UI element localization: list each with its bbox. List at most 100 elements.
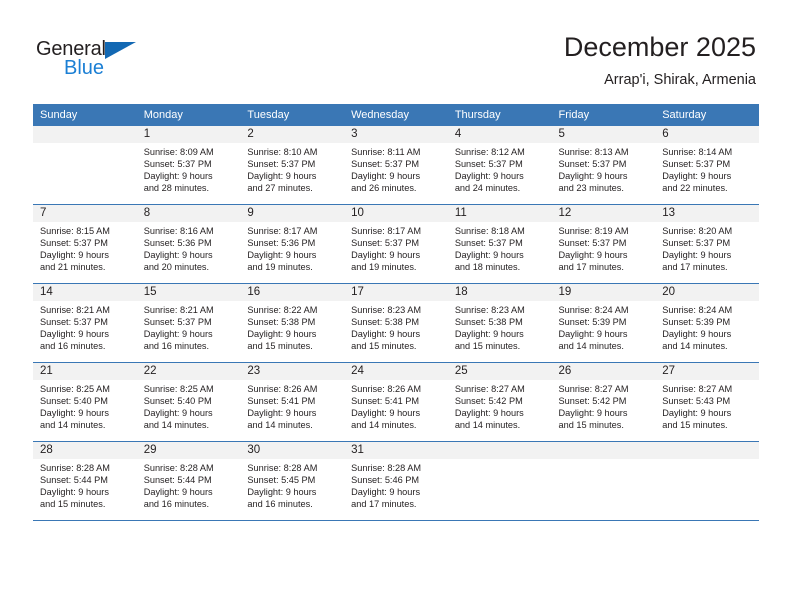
calendar-header-row: Sunday Monday Tuesday Wednesday Thursday…: [33, 104, 759, 126]
day-info-daylight-line2: and 15 minutes.: [40, 498, 106, 509]
day-number: 22: [136, 363, 241, 380]
day-info-daylight-line1: Daylight: 9 hours: [454, 249, 524, 260]
calendar-day-cell[interactable]: 9 Sunrise: 8:17 AM Sunset: 5:36 PM Daylight…: [240, 204, 345, 284]
day-info-sunset: Sunset: 5:44 PM: [143, 474, 212, 485]
day-info-daylight-line1: Daylight: 9 hours: [454, 170, 524, 181]
calendar-day-cell[interactable]: 10 Sunrise: 8:17 AM Sunset: 5:37 PM Dayligh…: [344, 204, 448, 284]
day-info-daylight-line1: Daylight: 9 hours: [351, 249, 421, 260]
day-sun-info: Sunrise: 8:25 AM Sunset: 5:40 PM Daylight:…: [33, 380, 137, 432]
calendar-week-row: 28 Sunrise: 8:28 AM Sunset: 5:44 PM Dayligh…: [33, 441, 759, 521]
day-info-daylight-line2: and 14 minutes.: [662, 340, 728, 351]
day-cell-content: 7 Sunrise: 8:15 AM Sunset: 5:37 PM Daylight…: [33, 205, 137, 283]
day-number: 2: [240, 126, 345, 143]
calendar-day-cell[interactable]: 18 Sunrise: 8:23 AM Sunset: 5:38 PM Dayligh…: [447, 283, 552, 363]
day-info-daylight-line1: Daylight: 9 hours: [40, 486, 109, 497]
day-sun-info: Sunrise: 8:17 AM Sunset: 5:37 PM Daylight:…: [344, 222, 448, 274]
day-cell-content: 15 Sunrise: 8:21 AM Sunset: 5:37 PM Dayligh…: [136, 284, 241, 362]
day-cell-content: 6 Sunrise: 8:14 AM Sunset: 5:37 PM Daylight…: [655, 126, 759, 204]
calendar-day-cell[interactable]: 8 Sunrise: 8:16 AM Sunset: 5:36 PM Daylight…: [136, 204, 241, 284]
day-info-sunrise: Sunrise: 8:19 AM: [558, 226, 629, 236]
day-info-daylight-line2: and 17 minutes.: [351, 498, 417, 509]
calendar-day-cell[interactable]: 27 Sunrise: 8:27 AM Sunset: 5:43 PM Dayligh…: [655, 362, 759, 442]
day-info-daylight-line1: Daylight: 9 hours: [351, 407, 421, 418]
calendar-day-cell[interactable]: 16 Sunrise: 8:22 AM Sunset: 5:38 PM Dayligh…: [240, 283, 345, 363]
calendar-day-cell[interactable]: 20 Sunrise: 8:24 AM Sunset: 5:39 PM Dayligh…: [655, 283, 759, 363]
day-info-daylight-line2: and 15 minutes.: [351, 340, 417, 351]
calendar-day-cell[interactable]: 17 Sunrise: 8:23 AM Sunset: 5:38 PM Dayligh…: [344, 283, 448, 363]
day-cell-content: 30 Sunrise: 8:28 AM Sunset: 5:45 PM Dayligh…: [240, 442, 345, 520]
day-cell-content: 26 Sunrise: 8:27 AM Sunset: 5:42 PM Dayligh…: [551, 363, 656, 441]
day-info-daylight-line2: and 14 minutes.: [40, 419, 106, 430]
calendar-day-cell[interactable]: 3 Sunrise: 8:11 AM Sunset: 5:37 PM Daylight…: [344, 126, 448, 205]
day-info-sunset: Sunset: 5:37 PM: [143, 158, 212, 169]
day-sun-info: Sunrise: 8:13 AM Sunset: 5:37 PM Daylight:…: [552, 143, 656, 195]
day-info-sunrise: Sunrise: 8:25 AM: [40, 384, 110, 394]
day-cell-content: 24 Sunrise: 8:26 AM Sunset: 5:41 PM Dayligh…: [344, 363, 448, 441]
day-cell-content: 2 Sunrise: 8:10 AM Sunset: 5:37 PM Daylight…: [240, 126, 345, 204]
calendar-week-row: 1 Sunrise: 8:09 AM Sunset: 5:37 PM Daylight…: [33, 126, 759, 205]
day-cell-content: [33, 126, 137, 204]
calendar-day-cell[interactable]: 11 Sunrise: 8:18 AM Sunset: 5:37 PM Dayligh…: [447, 204, 552, 284]
calendar-day-cell[interactable]: 22 Sunrise: 8:25 AM Sunset: 5:40 PM Dayligh…: [136, 362, 241, 442]
calendar-day-cell[interactable]: 5 Sunrise: 8:13 AM Sunset: 5:37 PM Daylight…: [551, 126, 656, 205]
day-sun-info: Sunrise: 8:14 AM Sunset: 5:37 PM Daylight:…: [655, 143, 759, 195]
calendar-day-cell[interactable]: 31 Sunrise: 8:28 AM Sunset: 5:46 PM Dayligh…: [344, 441, 448, 521]
day-sun-info: Sunrise: 8:26 AM Sunset: 5:41 PM Daylight:…: [344, 380, 448, 432]
day-sun-info: [448, 459, 552, 463]
day-number: 3: [344, 126, 448, 143]
calendar-day-cell[interactable]: 24 Sunrise: 8:26 AM Sunset: 5:41 PM Dayligh…: [344, 362, 448, 442]
calendar-day-cell[interactable]: 29 Sunrise: 8:28 AM Sunset: 5:44 PM Dayligh…: [136, 441, 241, 521]
day-sun-info: Sunrise: 8:12 AM Sunset: 5:37 PM Daylight:…: [448, 143, 552, 195]
calendar-day-cell[interactable]: 19 Sunrise: 8:24 AM Sunset: 5:39 PM Dayligh…: [551, 283, 656, 363]
calendar-day-cell[interactable]: 2 Sunrise: 8:10 AM Sunset: 5:37 PM Daylight…: [240, 126, 345, 205]
calendar-day-cell[interactable]: 26 Sunrise: 8:27 AM Sunset: 5:42 PM Dayligh…: [551, 362, 656, 442]
day-info-sunrise: Sunrise: 8:28 AM: [247, 463, 318, 473]
calendar-day-cell[interactable]: 14 Sunrise: 8:21 AM Sunset: 5:37 PM Dayligh…: [33, 283, 137, 363]
calendar-day-cell[interactable]: 25 Sunrise: 8:27 AM Sunset: 5:42 PM Dayligh…: [447, 362, 552, 442]
day-info-daylight-line1: Daylight: 9 hours: [558, 249, 628, 260]
calendar-day-cell[interactable]: [33, 126, 137, 205]
weekday-header-monday: Monday: [136, 104, 241, 126]
day-cell-content: 13 Sunrise: 8:20 AM Sunset: 5:37 PM Dayligh…: [655, 205, 759, 283]
day-info-sunrise: Sunrise: 8:11 AM: [351, 147, 421, 157]
calendar-day-cell[interactable]: 6 Sunrise: 8:14 AM Sunset: 5:37 PM Daylight…: [655, 126, 759, 205]
calendar-day-cell[interactable]: 7 Sunrise: 8:15 AM Sunset: 5:37 PM Daylight…: [33, 204, 137, 284]
day-cell-content: 17 Sunrise: 8:23 AM Sunset: 5:38 PM Dayligh…: [344, 284, 448, 362]
calendar-day-cell[interactable]: 4 Sunrise: 8:12 AM Sunset: 5:37 PM Daylight…: [447, 126, 552, 205]
day-sun-info: Sunrise: 8:20 AM Sunset: 5:37 PM Daylight:…: [655, 222, 759, 274]
calendar-day-cell[interactable]: [655, 441, 759, 521]
day-sun-info: Sunrise: 8:09 AM Sunset: 5:37 PM Daylight:…: [137, 143, 241, 195]
page-header: General Blue December 2025 Arrap'i, Shir…: [0, 0, 792, 100]
calendar-day-cell[interactable]: 23 Sunrise: 8:26 AM Sunset: 5:41 PM Dayligh…: [240, 362, 345, 442]
day-cell-content: 1 Sunrise: 8:09 AM Sunset: 5:37 PM Daylight…: [136, 126, 241, 204]
calendar-day-cell[interactable]: 13 Sunrise: 8:20 AM Sunset: 5:37 PM Dayligh…: [655, 204, 759, 284]
calendar-day-cell[interactable]: [551, 441, 656, 521]
day-info-daylight-line1: Daylight: 9 hours: [247, 407, 317, 418]
day-sun-info: Sunrise: 8:28 AM Sunset: 5:46 PM Daylight:…: [344, 459, 448, 511]
day-number: [551, 442, 656, 459]
day-info-daylight-line1: Daylight: 9 hours: [247, 170, 317, 181]
day-info-daylight-line2: and 14 minutes.: [454, 419, 521, 430]
day-info-daylight-line1: Daylight: 9 hours: [40, 328, 109, 339]
day-cell-content: 16 Sunrise: 8:22 AM Sunset: 5:38 PM Dayligh…: [240, 284, 345, 362]
calendar-day-cell[interactable]: 30 Sunrise: 8:28 AM Sunset: 5:45 PM Dayligh…: [240, 441, 345, 521]
calendar-day-cell[interactable]: [447, 441, 552, 521]
day-info-sunrise: Sunrise: 8:28 AM: [40, 463, 110, 473]
day-info-sunrise: Sunrise: 8:21 AM: [40, 305, 110, 315]
day-sun-info: Sunrise: 8:27 AM Sunset: 5:43 PM Daylight:…: [655, 380, 759, 432]
weekday-header-tuesday: Tuesday: [240, 104, 345, 126]
day-info-daylight-line1: Daylight: 9 hours: [247, 328, 317, 339]
day-info-sunset: Sunset: 5:40 PM: [143, 395, 212, 406]
day-info-sunset: Sunset: 5:45 PM: [247, 474, 316, 485]
day-info-daylight-line1: Daylight: 9 hours: [662, 328, 732, 339]
day-cell-content: 29 Sunrise: 8:28 AM Sunset: 5:44 PM Dayligh…: [136, 442, 241, 520]
general-blue-logo[interactable]: General Blue: [36, 38, 156, 84]
calendar-day-cell[interactable]: 12 Sunrise: 8:19 AM Sunset: 5:37 PM Dayligh…: [551, 204, 656, 284]
day-info-daylight-line2: and 18 minutes.: [454, 261, 521, 272]
calendar-day-cell[interactable]: 28 Sunrise: 8:28 AM Sunset: 5:44 PM Dayligh…: [33, 441, 137, 521]
day-info-sunrise: Sunrise: 8:26 AM: [351, 384, 422, 394]
calendar-day-cell[interactable]: 21 Sunrise: 8:25 AM Sunset: 5:40 PM Dayligh…: [33, 362, 137, 442]
day-info-sunset: Sunset: 5:41 PM: [247, 395, 316, 406]
calendar-day-cell[interactable]: 15 Sunrise: 8:21 AM Sunset: 5:37 PM Dayligh…: [136, 283, 241, 363]
calendar-day-cell[interactable]: 1 Sunrise: 8:09 AM Sunset: 5:37 PM Daylight…: [136, 126, 241, 205]
